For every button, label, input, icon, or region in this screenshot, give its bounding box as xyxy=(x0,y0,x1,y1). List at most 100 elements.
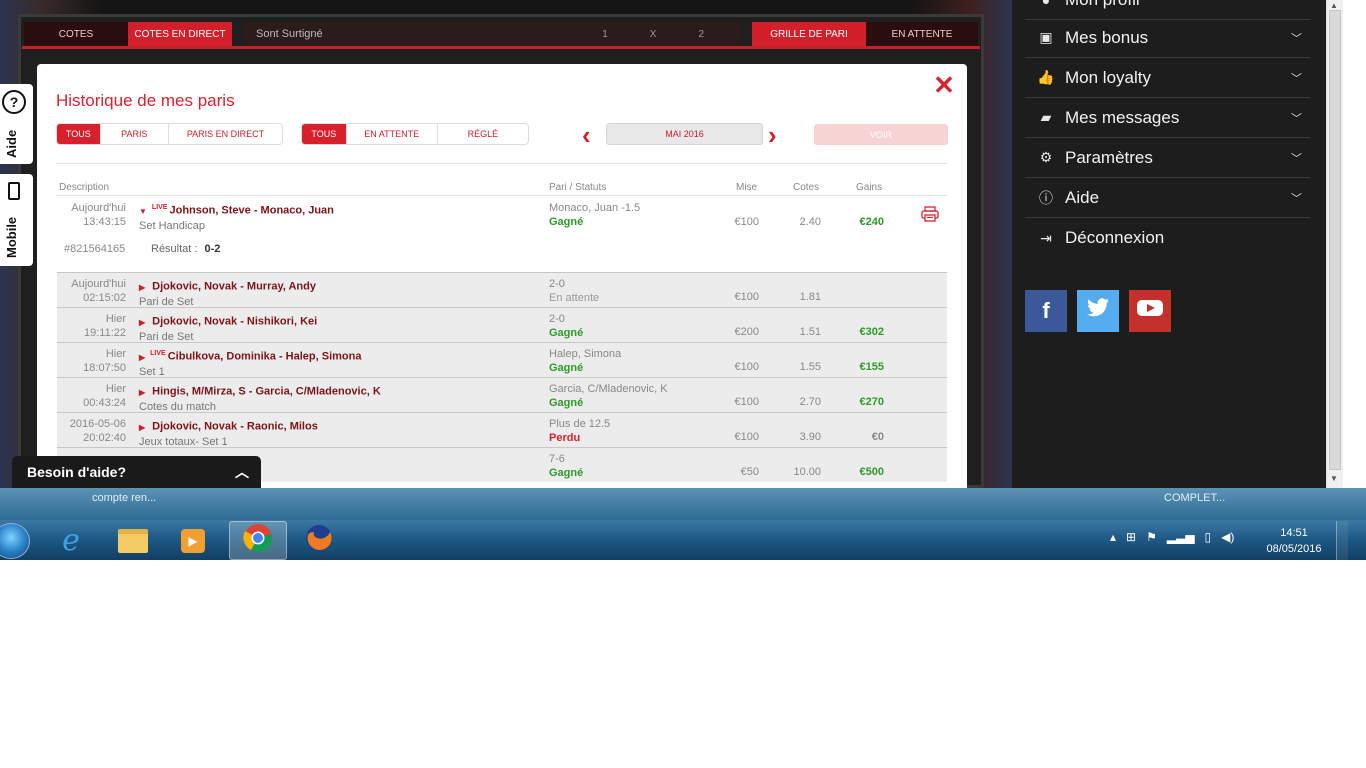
month-selector[interactable]: MAI 2016 xyxy=(606,123,763,145)
system-clock[interactable]: 14:51 08/05/2016 xyxy=(1262,525,1326,557)
bet-row[interactable]: Hier 19:11:22 ▶ Djokovic, Novak - Nishikori… xyxy=(57,307,947,343)
window-edge xyxy=(1343,0,1366,488)
twitter-button[interactable] xyxy=(1077,290,1119,332)
month-next-icon[interactable]: › xyxy=(768,120,777,151)
month-prev-icon[interactable]: ‹ xyxy=(582,120,591,151)
ie-taskbar-button[interactable]: e xyxy=(42,521,100,560)
desktop-screen: COTES COTES EN DIRECT Sont Surtigné 1 X … xyxy=(0,0,1366,560)
bet-stake: €200 xyxy=(734,326,759,338)
bet-stake: €100 xyxy=(734,361,759,373)
twitter-icon xyxy=(1086,298,1110,324)
scroll-up-icon[interactable]: ▲ xyxy=(1330,1,1338,10)
modal-title: Historique de mes paris xyxy=(56,91,235,110)
facebook-button[interactable]: f xyxy=(1025,290,1067,332)
volume-icon[interactable]: ◀) xyxy=(1221,530,1234,544)
bet-row[interactable]: Hier 00:43:24 ▶ Hingis, M/Mirza, S - Garcia… xyxy=(57,377,947,414)
bet-row[interactable]: Hier 18:07:50 ▶ LIVE Cibulkova, Dominika - H… xyxy=(57,342,947,379)
caret-right-icon[interactable]: ▶ xyxy=(139,283,145,292)
bet-odds: 1.55 xyxy=(799,361,821,373)
help-chat-bar[interactable]: Besoin d'aide? ︿ xyxy=(12,456,261,488)
bet-description: ▶ Hingis, M/Mirza, S - Garcia, C/Mladenov… xyxy=(139,382,381,414)
bet-date-day: Hier xyxy=(105,313,126,325)
firefox-icon xyxy=(304,523,334,558)
menu-item-bonus[interactable]: ▣ Mes bonus ﹀ xyxy=(1025,18,1310,58)
help-chat-label: Besoin d'aide? xyxy=(27,464,127,480)
menu-item-aide[interactable]: ⓘ Aide ﹀ xyxy=(1025,178,1310,218)
firefox-taskbar-button[interactable] xyxy=(290,521,348,560)
filter-status-pending[interactable]: EN ATTENTE xyxy=(347,124,438,144)
menu-item-deconnexion[interactable]: ⇥ Déconnexion xyxy=(1025,218,1310,258)
bet-date: 2016-05-06 20:02:40 xyxy=(70,417,126,445)
caret-right-icon[interactable]: ▶ xyxy=(139,388,145,397)
bet-status: Gagné xyxy=(549,362,584,374)
menu-item-loyalty[interactable]: 👍 Mon loyalty ﹀ xyxy=(1025,58,1310,98)
menu-label: Aide xyxy=(1065,187,1100,207)
filter-type-live[interactable]: PARIS EN DIRECT xyxy=(169,124,282,144)
youtube-button[interactable] xyxy=(1129,290,1171,332)
bet-selection: 2-0 Gagné xyxy=(549,312,583,340)
filter-type-paris[interactable]: PARIS xyxy=(101,124,170,144)
print-icon[interactable] xyxy=(921,206,939,227)
bet-date: Hier 00:43:24 xyxy=(83,382,126,410)
bet-status: Gagné xyxy=(549,467,584,479)
menu-item-messages[interactable]: ▰ Mes messages ﹀ xyxy=(1025,98,1310,138)
bet-row[interactable]: 2016-05-06 20:02:40 ▶ Djokovic, Novak - Rao… xyxy=(57,412,947,448)
site-tab-en-attente[interactable]: EN ATTENTE xyxy=(866,22,978,46)
bet-date: Aujourd'hui 02:15:02 xyxy=(71,277,126,305)
bet-status: Gagné xyxy=(549,216,584,228)
bet-row[interactable]: Aujourd'hui 02:15:02 ▶ Djokovic, Novak - Mu… xyxy=(57,272,947,309)
caret-right-icon[interactable]: ▶ xyxy=(139,318,145,327)
chevron-up-icon[interactable]: ︿ xyxy=(235,462,249,482)
side-tab-aide[interactable]: ? Aide xyxy=(0,84,33,164)
menu-item-parametres[interactable]: ⚙ Paramètres ﹀ xyxy=(1025,138,1310,178)
caret-down-icon[interactable]: ▼ xyxy=(139,207,147,216)
header-description: Description xyxy=(59,182,110,193)
bet-status-filter: TOUS EN ATTENTE RÉGLÉ xyxy=(301,123,529,145)
scrollbar-thumb[interactable] xyxy=(1329,10,1341,470)
caret-right-icon[interactable]: ▶ xyxy=(139,423,145,432)
bet-pick: Garcia, C/Mladenovic, K xyxy=(549,383,668,395)
site-tab-cotes-en-direct[interactable]: COTES EN DIRECT xyxy=(128,22,232,46)
menu-label: Mes bonus xyxy=(1065,27,1149,47)
chrome-taskbar-button[interactable] xyxy=(229,521,287,560)
caret-right-icon[interactable]: ▶ xyxy=(139,353,145,362)
chevron-down-icon: ﹀ xyxy=(1291,152,1302,165)
flag-icon[interactable]: ⚑ xyxy=(1146,530,1157,544)
filter-status-settled[interactable]: RÉGLÉ xyxy=(438,124,528,144)
show-desktop-button[interactable] xyxy=(1336,521,1348,560)
close-icon[interactable]: ✕ xyxy=(933,72,955,98)
clock-time: 14:51 xyxy=(1280,527,1308,539)
bet-date-day: 2016-05-06 xyxy=(69,418,126,430)
menu-item-profil[interactable]: ● Mon profil ﹀ xyxy=(1025,0,1310,20)
site-tab-grille[interactable]: GRILLE DE PARI xyxy=(752,22,866,46)
chat-icon: ▰ xyxy=(1040,109,1052,125)
site-tab-cotes[interactable]: COTES xyxy=(24,22,128,46)
power-icon[interactable]: ▯ xyxy=(1205,530,1212,544)
side-tab-mobile[interactable]: Mobile xyxy=(0,174,33,266)
explorer-taskbar-button[interactable] xyxy=(104,521,162,560)
scroll-down-icon[interactable]: ▼ xyxy=(1330,474,1338,483)
side-tab-mobile-label: Mobile xyxy=(4,216,19,258)
filter-status-all[interactable]: TOUS xyxy=(302,124,347,144)
page-scrollbar[interactable]: ▲ ▼ xyxy=(1326,0,1343,488)
media-player-icon: ▶ xyxy=(181,528,205,553)
bet-odds: 2.70 xyxy=(799,396,821,408)
bet-date-time: 18:07:50 xyxy=(83,362,126,374)
site-col-1: 1 xyxy=(602,28,608,40)
bet-gain: €270 xyxy=(859,396,884,408)
bet-pick: Monaco, Juan -1.5 xyxy=(549,202,641,214)
bet-description: ▶ Djokovic, Novak - Murray, Andy Pari de S… xyxy=(139,277,316,309)
bet-description: ▶ LIVE Cibulkova, Dominika - Halep, Simona… xyxy=(139,347,361,379)
network-icon[interactable]: ▂▃▅ xyxy=(1167,530,1195,544)
bet-selection: 2-0 En attente xyxy=(549,277,599,305)
media-player-taskbar-button[interactable]: ▶ xyxy=(164,521,222,560)
chrome-icon xyxy=(243,523,273,558)
bet-row-expanded[interactable]: Aujourd'hui 13:43:15 ▼ LIVE Johnson, Steve… xyxy=(57,197,947,271)
gears-icon: ⚙ xyxy=(1039,149,1053,165)
windows-icon[interactable]: ⊞ xyxy=(1126,530,1136,544)
menu-label: Mon loyalty xyxy=(1065,67,1151,87)
filter-type-all[interactable]: TOUS xyxy=(57,124,101,144)
chevron-down-icon: ﹀ xyxy=(1291,192,1302,205)
voir-button[interactable]: VOIR xyxy=(814,124,948,145)
tray-expand-icon[interactable]: ▴ xyxy=(1110,530,1116,544)
